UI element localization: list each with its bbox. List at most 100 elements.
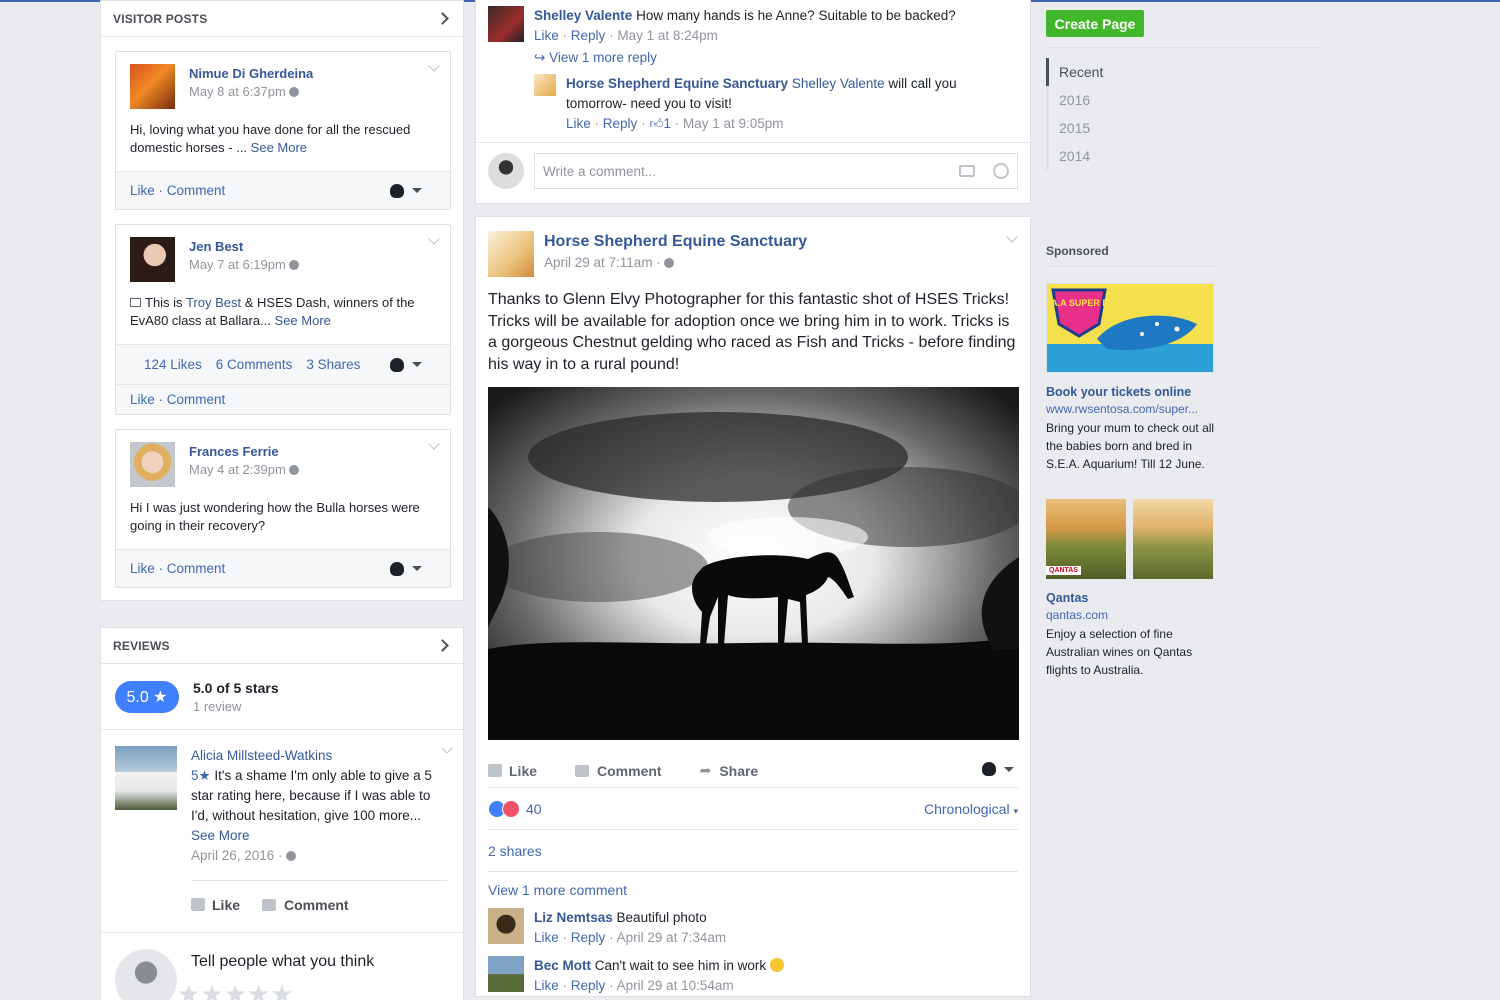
comment-time[interactable]: May 1 at 9:05pm: [683, 116, 784, 131]
comment-time[interactable]: April 29 at 10:54am: [617, 978, 734, 993]
avatar[interactable]: [130, 64, 175, 109]
reply-link[interactable]: Reply: [571, 930, 606, 945]
year-2014[interactable]: 2014: [1046, 142, 1322, 170]
comment-link[interactable]: Comment: [167, 392, 226, 407]
like-link[interactable]: Like: [130, 392, 155, 407]
tag-link[interactable]: Shelley Valente: [792, 76, 885, 91]
like-link[interactable]: Like: [534, 28, 559, 43]
avatar[interactable]: [534, 74, 556, 96]
review-like-button[interactable]: Like: [191, 895, 240, 915]
shares-count[interactable]: 3 Shares: [306, 357, 360, 372]
review-date[interactable]: April 26, 2016 ·: [191, 848, 283, 863]
review-comment-button[interactable]: Comment: [262, 895, 349, 915]
avatar[interactable]: [130, 237, 175, 282]
reactions-summary[interactable]: 40: [488, 799, 542, 818]
post-photo[interactable]: [488, 387, 1019, 740]
poster-name[interactable]: Jen Best: [189, 239, 299, 254]
year-recent[interactable]: Recent: [1046, 58, 1322, 86]
poster-name[interactable]: Frances Ferrie: [189, 444, 299, 459]
comments-count[interactable]: 6 Comments: [216, 357, 293, 372]
like-link[interactable]: Like: [534, 930, 559, 945]
year-2015[interactable]: 2015: [1046, 114, 1322, 142]
commenter-name[interactable]: Bec Mott: [534, 958, 591, 973]
ad-title[interactable]: Qantas: [1046, 591, 1216, 605]
like-link[interactable]: Like: [130, 183, 155, 198]
ad-image[interactable]: QANTAS: [1046, 499, 1126, 579]
visitor-posts-title: VISITOR POSTS: [113, 11, 208, 26]
post-time[interactable]: May 4 at 2:39pm: [189, 462, 286, 477]
commenter-name[interactable]: Shelley Valente: [534, 8, 632, 23]
camera-icon[interactable]: [959, 165, 975, 177]
like-link[interactable]: Like: [130, 561, 155, 576]
comment-button[interactable]: Comment: [575, 763, 662, 779]
share-button[interactable]: ➦ Share: [700, 762, 759, 779]
comment-time[interactable]: April 29 at 7:34am: [617, 930, 727, 945]
avatar[interactable]: [115, 746, 177, 810]
like-link[interactable]: Like: [566, 116, 591, 131]
emoji-icon[interactable]: [993, 163, 1009, 179]
ad-image[interactable]: S.E.A.A SUPER MUM: [1034, 283, 1214, 373]
ad-image[interactable]: [1133, 499, 1213, 579]
shares-link[interactable]: 2 shares: [488, 830, 1018, 872]
avatar[interactable]: [130, 442, 175, 487]
post-time[interactable]: May 7 at 6:19pm: [189, 257, 286, 272]
visitor-post: Jen Best May 7 at 6:19pm This is Troy Be…: [115, 224, 451, 415]
review-text: It's a shame I'm only able to give a 5 s…: [191, 768, 432, 823]
comment-bubble-icon: [575, 764, 590, 777]
ad-url[interactable]: www.rwsentosa.com/super...: [1046, 402, 1216, 416]
commenter-name[interactable]: Horse Shepherd Equine Sanctuary: [566, 76, 788, 91]
reply-like-count[interactable]: 1: [663, 116, 671, 131]
star-rating-input[interactable]: ★★★★★: [177, 979, 374, 1000]
see-more-link[interactable]: See More: [191, 826, 447, 846]
view-more-replies-link[interactable]: View 1 more reply: [549, 50, 657, 65]
avatar[interactable]: [488, 6, 524, 42]
sponsored-ad[interactable]: S.E.A.A SUPER MUM Book your tickets onli…: [1034, 283, 1216, 473]
chevron-right-icon[interactable]: [436, 639, 449, 652]
globe-icon: [663, 258, 674, 268]
visitor-posts-header[interactable]: VISITOR POSTS: [101, 1, 463, 37]
actor-selector[interactable]: [390, 561, 422, 576]
comment-time[interactable]: May 1 at 8:24pm: [617, 28, 718, 43]
comment-placeholder: Write a comment...: [543, 163, 657, 179]
like-label: Like: [212, 896, 241, 913]
sponsored-ad[interactable]: QANTAS Qantas qantas.com Enjoy a selecti…: [1046, 499, 1216, 679]
like-button[interactable]: Like: [488, 763, 537, 779]
post-time[interactable]: May 8 at 6:37pm: [189, 84, 286, 99]
actor-selector[interactable]: [982, 762, 1014, 776]
comment-order-dropdown[interactable]: Chronological ▾: [924, 801, 1018, 817]
profile-silhouette-icon: [390, 561, 404, 576]
see-more-link[interactable]: See More: [275, 313, 331, 328]
poster-name[interactable]: Nimue Di Gherdeina: [189, 66, 313, 81]
avatar[interactable]: [488, 956, 524, 992]
reactions-row: 40 Chronological ▾: [488, 788, 1018, 830]
comment-link[interactable]: Comment: [167, 561, 226, 576]
page-avatar[interactable]: [488, 231, 534, 277]
commenter-name[interactable]: Liz Nemtsas: [534, 910, 613, 925]
ad-image-text: S.E.A.A SUPER MUM: [1047, 298, 1124, 308]
reviews-header[interactable]: REVIEWS: [101, 628, 463, 664]
rating-summary-text: 5.0 of 5 stars: [193, 679, 279, 696]
comment-input[interactable]: Write a comment...: [534, 153, 1018, 189]
ad-url[interactable]: qantas.com: [1046, 608, 1216, 622]
avatar[interactable]: [488, 908, 524, 944]
reply-link[interactable]: Reply: [603, 116, 638, 131]
likes-count[interactable]: 124 Likes: [144, 357, 202, 372]
reply-link[interactable]: Reply: [571, 978, 606, 993]
post-time[interactable]: April 29 at 7:11am ·: [544, 255, 661, 270]
create-page-button[interactable]: Create Page: [1046, 10, 1144, 37]
chevron-right-icon[interactable]: [436, 12, 449, 25]
reviewer-name[interactable]: Alicia Millsteed-Watkins: [191, 746, 447, 766]
review-count[interactable]: 1 review: [193, 699, 279, 714]
ad-title[interactable]: Book your tickets online: [1046, 385, 1216, 399]
divider: [1046, 47, 1322, 48]
tag-link[interactable]: Troy Best: [186, 295, 241, 310]
actor-selector[interactable]: [390, 357, 422, 372]
reply-link[interactable]: Reply: [571, 28, 606, 43]
page-name[interactable]: Horse Shepherd Equine Sanctuary: [544, 233, 807, 251]
view-more-comments-link[interactable]: View 1 more comment: [488, 872, 1018, 908]
like-link[interactable]: Like: [534, 978, 559, 993]
see-more-link[interactable]: See More: [251, 140, 307, 155]
actor-selector[interactable]: [390, 183, 422, 198]
comment-link[interactable]: Comment: [167, 183, 226, 198]
year-2016[interactable]: 2016: [1046, 86, 1322, 114]
